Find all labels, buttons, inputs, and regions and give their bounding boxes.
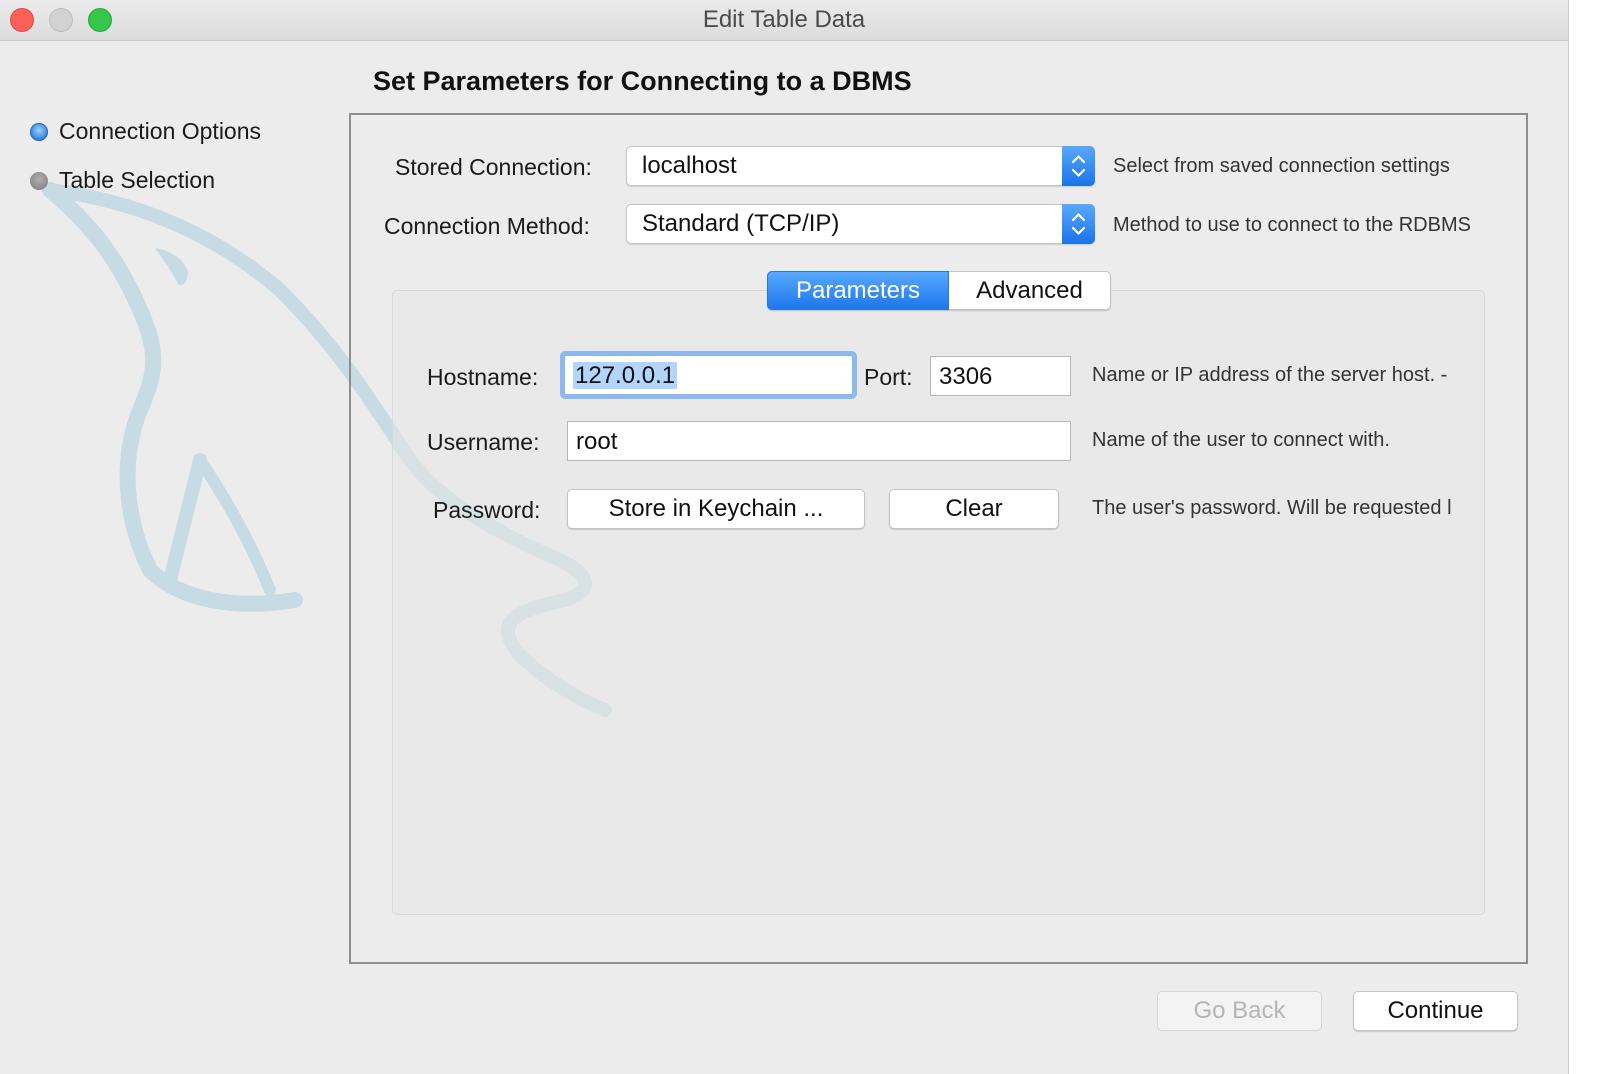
hostname-field[interactable]: 127.0.0.1 xyxy=(564,355,853,395)
username-hint: Name of the user to connect with. xyxy=(1092,429,1390,451)
connection-method-value: Standard (TCP/IP) xyxy=(642,210,840,237)
tab-bar: Parameters Advanced xyxy=(767,271,1111,310)
stored-connection-value: localhost xyxy=(642,152,737,179)
edit-table-data-window: Edit Table Data Connection Options Table… xyxy=(0,0,1568,1074)
connection-method-hint: Method to use to connect to the RDBMS xyxy=(1113,214,1471,236)
go-back-button[interactable]: Go Back xyxy=(1157,991,1322,1031)
connection-method-select[interactable]: Standard (TCP/IP) xyxy=(626,204,1095,244)
clear-password-button[interactable]: Clear xyxy=(889,489,1059,529)
title-bar: Edit Table Data xyxy=(0,0,1568,41)
password-label: Password: xyxy=(433,497,541,523)
step-label: Connection Options xyxy=(59,118,262,144)
tab-parameters[interactable]: Parameters xyxy=(767,271,949,310)
hostname-hint: Name or IP address of the server host. - xyxy=(1092,364,1448,386)
window-title: Edit Table Data xyxy=(702,6,866,33)
port-label: Port: xyxy=(864,364,913,390)
stored-connection-hint: Select from saved connection settings xyxy=(1113,155,1450,177)
background-window-edge xyxy=(1568,0,1600,1074)
hostname-label: Hostname: xyxy=(427,364,539,390)
password-hint: The user's password. Will be requested l xyxy=(1092,497,1452,519)
up-down-chevron-icon xyxy=(1062,204,1095,244)
tab-advanced[interactable]: Advanced xyxy=(949,271,1111,310)
stored-connection-select[interactable]: localhost xyxy=(626,146,1095,186)
up-down-chevron-icon xyxy=(1062,146,1095,186)
active-step-indicator-icon xyxy=(30,123,48,141)
step-label: Table Selection xyxy=(59,167,215,193)
page-heading: Set Parameters for Connecting to a DBMS xyxy=(373,66,912,96)
window-edge-divider xyxy=(1568,0,1569,1074)
continue-button[interactable]: Continue xyxy=(1353,991,1518,1031)
connection-method-label: Connection Method: xyxy=(384,213,590,239)
store-in-keychain-button[interactable]: Store in Keychain ... xyxy=(567,489,865,529)
inactive-step-indicator-icon xyxy=(30,172,48,190)
username-field[interactable]: root xyxy=(567,421,1071,461)
username-label: Username: xyxy=(427,429,540,455)
hostname-value: 127.0.0.1 xyxy=(573,362,678,389)
port-field[interactable]: 3306 xyxy=(930,356,1071,396)
stored-connection-label: Stored Connection: xyxy=(395,154,592,180)
